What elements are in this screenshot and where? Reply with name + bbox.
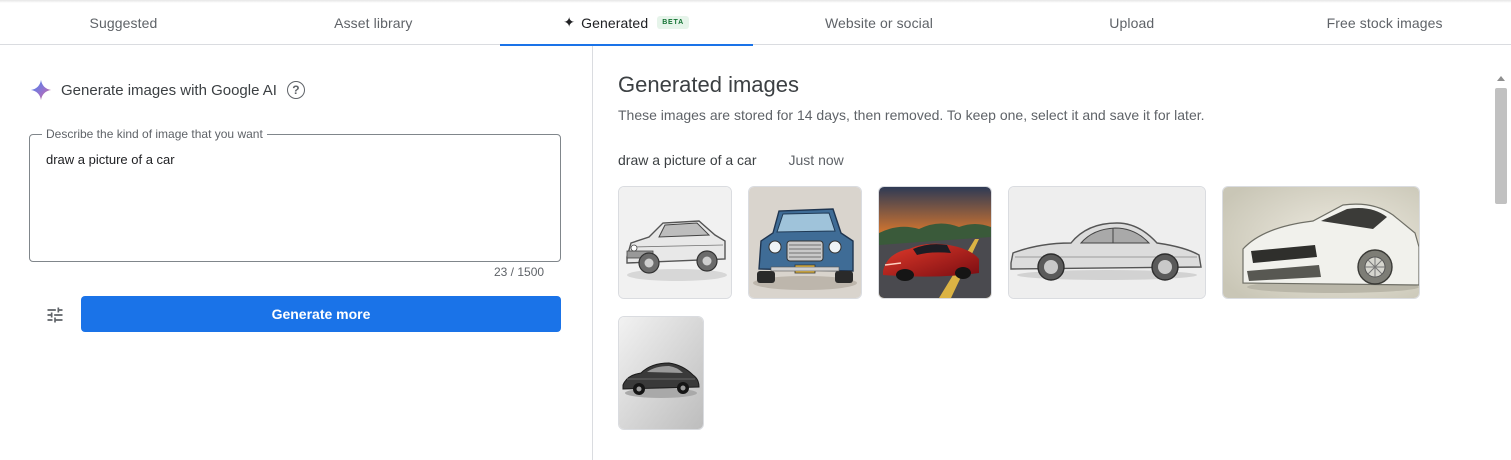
tab-bar: Suggested Asset library ✦ Generated BETA… [0,0,1511,46]
query-timestamp: Just now [788,152,844,168]
tab-generated[interactable]: ✦ Generated BETA [499,0,753,46]
image-thumbnail-silver-classic-sports-car[interactable] [1008,186,1206,299]
prompt-input[interactable]: Describe the kind of image that you want… [29,127,561,262]
tab-label: Suggested [89,14,158,31]
generate-more-button[interactable]: Generate more [81,296,561,332]
tab-asset-library[interactable]: Asset library [247,0,500,45]
tab-website-or-social[interactable]: Website or social [753,0,1006,45]
prompt-label: Describe the kind of image that you want [42,127,267,141]
tab-upload[interactable]: Upload [1005,0,1258,45]
tab-label: Asset library [334,14,413,31]
generate-title: Generate images with Google AI [61,81,277,99]
generate-more-label: Generate more [271,306,371,322]
character-counter: 23 / 1500 [494,265,545,279]
tune-icon[interactable] [45,305,65,325]
tab-label: Free stock images [1326,14,1443,31]
generate-header: Generate images with Google AI ? [30,79,305,101]
prompt-value[interactable]: draw a picture of a car [46,152,175,167]
image-thumbnail-sketch-classic-coupe[interactable] [618,186,732,299]
query-text: draw a picture of a car [618,152,757,168]
scrollbar-thumb[interactable] [1495,88,1507,204]
image-thumbnail-white-muscle-car-sketch[interactable] [1222,186,1420,299]
generated-images-title: Generated images [618,72,799,97]
beta-badge: BETA [657,16,689,29]
generate-panel: Generate images with Google AI ? Describ… [0,46,593,460]
sparkle-icon: ✦ [563,14,576,30]
scroll-up-arrow-icon[interactable] [1497,76,1505,81]
query-row: draw a picture of a car Just now [618,152,844,168]
gemini-sparkle-icon [30,79,52,101]
help-circle-icon[interactable]: ? [286,81,305,99]
generated-images-subtitle: These images are stored for 14 days, the… [618,107,1205,123]
tab-label: Website or social [824,14,933,31]
tab-suggested[interactable]: Suggested [0,0,247,45]
generated-images-panel: Generated images These images are stored… [594,46,1511,460]
image-thumbnail-red-sports-car-sunset[interactable] [878,186,992,299]
image-thumbnail-black-corvette-sketch[interactable] [618,316,704,430]
tab-label: Generated [581,14,649,31]
tab-free-stock-images[interactable]: Free stock images [1258,0,1511,45]
tab-label: Upload [1109,14,1155,31]
image-thumbnail-blue-vintage-car[interactable] [748,186,862,299]
